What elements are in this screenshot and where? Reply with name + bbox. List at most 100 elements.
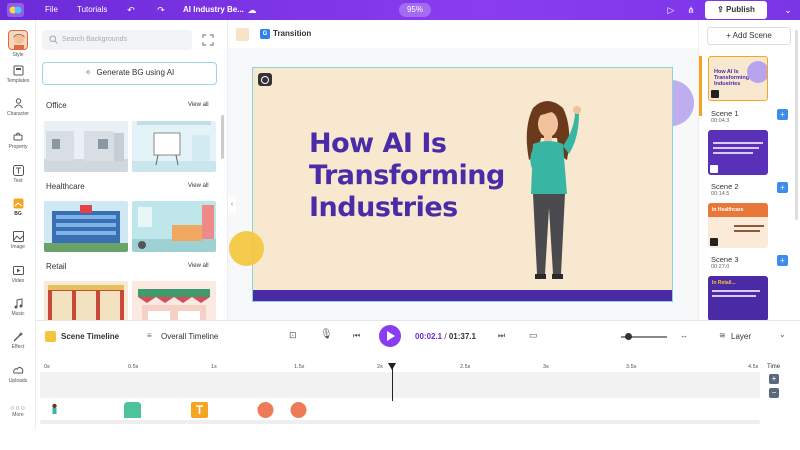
bg-thumb-office-1[interactable] — [44, 121, 128, 172]
scene-3-time: 00:27.0 — [711, 264, 730, 270]
microphone-icon[interactable]: 🎙 — [320, 329, 333, 340]
bg-thumb-retail-2[interactable] — [132, 281, 216, 320]
rail-item-image[interactable]: Image — [0, 231, 36, 250]
rail-item-style[interactable]: Style — [0, 30, 36, 58]
expand-horizontal-icon[interactable]: ↔ — [680, 331, 688, 340]
generate-bg-ai-button[interactable]: ✧ Generate BG using AI — [42, 62, 217, 85]
zoom-in-time-button[interactable]: + — [769, 374, 779, 384]
scene-2-add-button[interactable]: + — [777, 182, 788, 193]
slide-title[interactable]: How AI Is Transforming Industries — [309, 128, 549, 224]
tab-scene-timeline[interactable]: Scene Timeline — [61, 332, 119, 341]
rail-item-music[interactable]: Music — [0, 298, 36, 317]
scene-thumb-3-text: In Healthcare — [712, 207, 744, 213]
rail-item-effect[interactable]: Effect — [0, 331, 36, 350]
scene-thumb-3[interactable]: In Healthcare — [708, 203, 768, 248]
scene-1-camera-icon — [711, 90, 719, 98]
total-time: 01:37.1 — [448, 332, 476, 341]
ruler-tick: 2.5s — [460, 364, 471, 370]
view-all-healthcare-link[interactable]: View all — [188, 183, 209, 189]
rail-item-bg[interactable]: BG — [0, 198, 36, 217]
timecode: 00:02.1 / 01:37.1 — [415, 332, 476, 341]
scene-thumb-3-line — [734, 225, 764, 227]
preview-play-icon[interactable]: ▷ — [665, 4, 677, 16]
circle-layer-icon-1[interactable] — [257, 402, 274, 418]
menu-file[interactable]: File — [45, 5, 58, 14]
skip-forward-icon[interactable]: ⏭ — [498, 331, 505, 341]
ruler-tick: 0.5s — [128, 364, 139, 370]
rail-item-property[interactable]: Property — [0, 131, 36, 150]
scene-canvas[interactable]: How AI Is Transforming Industries — [252, 67, 673, 302]
bg-thumb-office-2[interactable] — [132, 121, 216, 172]
skip-back-icon[interactable]: ⏮ — [353, 331, 360, 341]
scenes-scrollbar[interactable] — [795, 30, 798, 220]
circle-layer-icon-2[interactable] — [290, 402, 307, 418]
scene-thumb-4[interactable]: In Retail... — [708, 276, 768, 320]
app-logo-icon[interactable] — [7, 3, 24, 17]
camera-icon[interactable] — [258, 73, 272, 86]
rail-label-uploads: Uploads — [8, 378, 28, 384]
section-title-healthcare: Healthcare — [46, 182, 85, 191]
scene-thumb-4-line — [712, 295, 756, 297]
panel-scrollbar[interactable] — [221, 115, 224, 159]
layer-dropdown[interactable]: Layer — [731, 332, 751, 341]
rail-item-more[interactable]: ○○○ More — [0, 405, 36, 418]
shape-layer-icon[interactable] — [124, 402, 141, 418]
image-icon — [12, 231, 24, 242]
zoom-selector[interactable]: 95% — [399, 3, 431, 17]
chevron-down-icon[interactable]: ⌄ — [782, 4, 794, 16]
undo-icon[interactable]: ↶ — [125, 4, 137, 16]
rail-item-templates[interactable]: Templates — [0, 65, 36, 84]
view-all-retail-link[interactable]: View all — [188, 263, 209, 269]
rail-item-text[interactable]: Text — [0, 165, 36, 184]
scene-2-camera-icon — [710, 165, 718, 173]
ruler-tick: 1.5s — [294, 364, 305, 370]
timeline-zoom-slider[interactable] — [621, 333, 667, 340]
fit-screen-icon[interactable]: ⊡ — [289, 330, 297, 341]
captions-icon[interactable]: ▭ — [529, 330, 538, 341]
scene-1-add-button[interactable]: + — [777, 109, 788, 120]
scene-timeline-color-icon — [45, 331, 56, 342]
text-layer-icon[interactable] — [191, 402, 208, 418]
rail-item-uploads[interactable]: Uploads — [0, 365, 36, 384]
timeline-scrollbar[interactable] — [40, 420, 760, 424]
bg-thumb-healthcare-2[interactable] — [132, 201, 216, 252]
bg-color-swatch[interactable] — [236, 28, 249, 41]
publish-button[interactable]: ⇪ Publish — [705, 1, 767, 19]
redo-icon[interactable]: ↷ — [155, 4, 167, 16]
timeline-track[interactable] — [40, 372, 760, 398]
rail-item-character[interactable]: Character — [0, 98, 36, 117]
zoom-out-time-button[interactable]: − — [769, 388, 779, 398]
section-title-office: Office — [46, 101, 67, 110]
section-title-retail: Retail — [46, 262, 67, 271]
scene-thumb-2[interactable] — [708, 130, 768, 175]
scenes-panel: + Add Scene How AI Is Transforming Indus… — [698, 20, 800, 320]
rail-item-video[interactable]: Video — [0, 265, 36, 284]
add-scene-button[interactable]: + Add Scene — [707, 27, 791, 45]
scene-thumb-1[interactable]: How AI Is Transforming Industries — [708, 56, 768, 101]
expand-panel-icon[interactable] — [202, 34, 214, 46]
menu-tutorials[interactable]: Tutorials — [77, 5, 107, 14]
chevron-down-icon[interactable]: ⌄ — [779, 330, 786, 339]
collapse-panel-toggle[interactable]: ‹ — [228, 197, 236, 213]
scene-3-add-button[interactable]: + — [777, 255, 788, 266]
bg-thumb-healthcare-1[interactable] — [44, 201, 128, 252]
playhead[interactable] — [388, 363, 396, 401]
view-all-office-link[interactable]: View all — [188, 102, 209, 108]
effect-wand-icon — [13, 331, 23, 342]
search-input[interactable]: Search Backgrounds — [42, 30, 192, 50]
timeline-ruler: 0s 0.5s 1s 1.5s 2s 2.5s 3s 3.5s 4.5s — [40, 362, 760, 372]
transition-button[interactable]: G Transition — [260, 29, 311, 39]
scene-1-name[interactable]: Scene 1 — [711, 109, 739, 118]
bg-thumb-retail-1[interactable] — [44, 281, 128, 320]
rail-label-text: Text — [13, 178, 23, 184]
scene-2-name[interactable]: Scene 2 — [711, 182, 739, 191]
play-button[interactable] — [379, 325, 401, 347]
scene-3-name[interactable]: Scene 3 — [711, 255, 739, 264]
character-woman-image[interactable] — [515, 98, 585, 288]
video-icon — [12, 266, 24, 275]
scene-thumb-4-line — [712, 290, 760, 292]
project-title[interactable]: AI Industry Be... — [183, 5, 244, 14]
tab-overall-timeline[interactable]: Overall Timeline — [161, 332, 218, 341]
character-layer-icon[interactable] — [46, 402, 63, 418]
share-icon[interactable]: ⋔ — [685, 4, 697, 16]
